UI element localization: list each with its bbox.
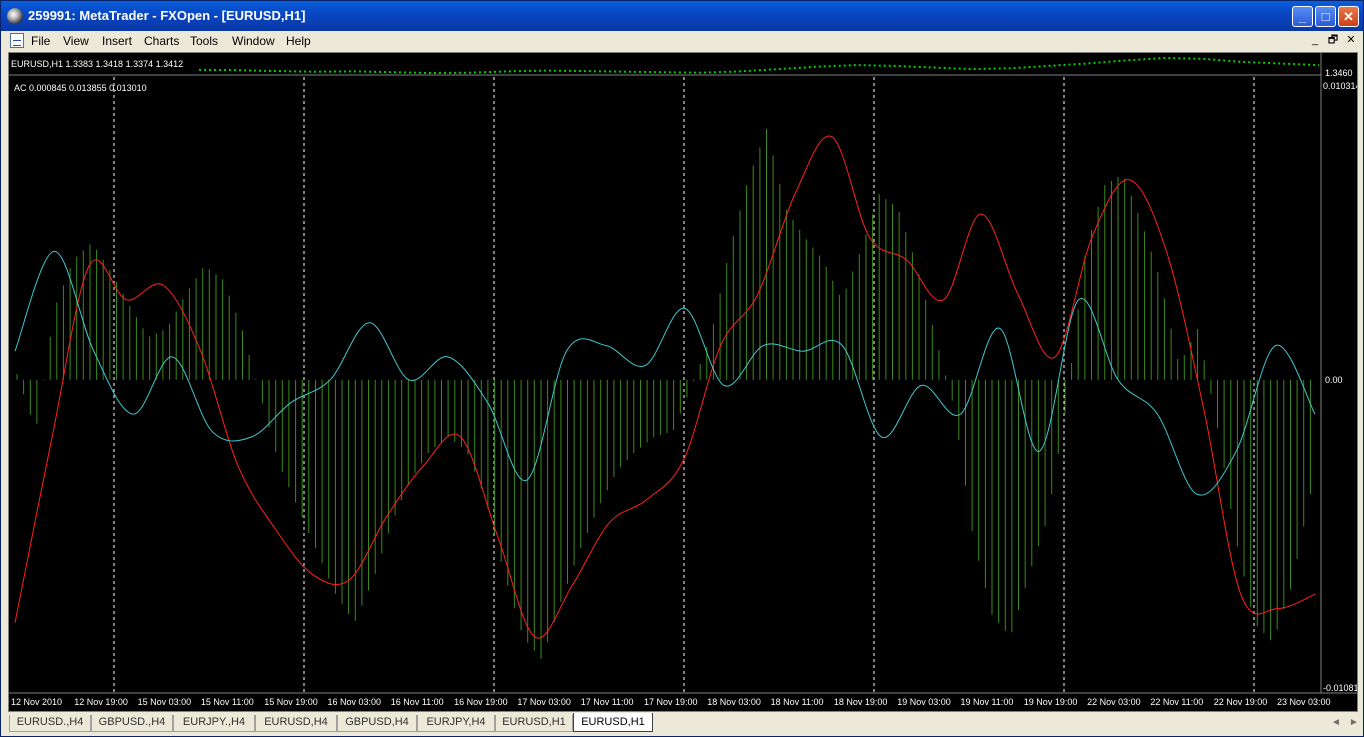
- menu-charts[interactable]: Charts: [144, 34, 179, 48]
- app-icon: [7, 8, 23, 24]
- indicator-axis-top-label: 0.010314: [1323, 81, 1357, 91]
- tab-scroll-right-icon[interactable]: ►: [1349, 717, 1359, 728]
- tab-gbpusd-h4[interactable]: GBPUSD,H4: [337, 715, 417, 732]
- x-tick-label-15: 19 Nov 11:00: [961, 697, 1014, 707]
- x-tick-label-3: 15 Nov 11:00: [201, 697, 254, 707]
- window-title: 259991: MetaTrader - FXOpen - [EURUSD,H1…: [28, 8, 306, 23]
- mdi-restore-button[interactable]: 🗗: [1326, 34, 1340, 47]
- x-tick-label-9: 17 Nov 11:00: [581, 697, 634, 707]
- menu-bar: File View Insert Charts Tools Window Hel…: [1, 31, 1363, 51]
- minimize-button[interactable]: _: [1292, 6, 1313, 27]
- x-tick-label-6: 16 Nov 11:00: [391, 697, 444, 707]
- tab-eurusd-h1[interactable]: EURUSD,H1: [495, 715, 573, 732]
- menu-tools[interactable]: Tools: [190, 34, 218, 48]
- x-tick-label-12: 18 Nov 11:00: [771, 697, 824, 707]
- tab-scroll-left-icon[interactable]: ◄: [1331, 717, 1341, 728]
- mdi-close-button[interactable]: ✕: [1344, 34, 1358, 47]
- price-line: [198, 56, 1320, 75]
- red-signal-line: [14, 135, 1316, 639]
- x-tick-label-2: 15 Nov 03:00: [138, 697, 192, 707]
- x-tick-label-8: 17 Nov 03:00: [517, 697, 571, 707]
- menu-help[interactable]: Help: [286, 34, 311, 48]
- x-tick-label-1: 12 Nov 19:00: [74, 697, 128, 707]
- x-tick-label-18: 22 Nov 11:00: [1150, 697, 1203, 707]
- tab-gbpusd-dot-h4[interactable]: GBPUSD.,H4: [91, 715, 173, 732]
- tab-eurusd-h1-active[interactable]: EURUSD,H1: [573, 713, 653, 732]
- tab-eurjpy-h4[interactable]: EURJPY,H4: [417, 715, 495, 732]
- tab-eurusd-dot-h4[interactable]: EURUSD.,H4: [9, 715, 91, 732]
- indicator-pane-label: AC 0.000845 0.013855 0.013010: [14, 83, 147, 93]
- menu-insert[interactable]: Insert: [102, 34, 132, 48]
- chart-tab-bar: EURUSD.,H4 GBPUSD.,H4 EURJPY.,H4 EURUSD,…: [1, 713, 1363, 736]
- x-tick-label-0: 12 Nov 2010: [11, 697, 62, 707]
- x-tick-label-17: 22 Nov 03:00: [1087, 697, 1141, 707]
- menu-window[interactable]: Window: [232, 34, 275, 48]
- x-tick-label-4: 15 Nov 19:00: [264, 697, 318, 707]
- cyan-signal-line: [14, 250, 1316, 496]
- indicator-axis-bottom-label: -0.010816: [1323, 683, 1357, 693]
- x-tick-label-10: 17 Nov 19:00: [644, 697, 698, 707]
- chart-canvas[interactable]: EURUSD,H1 1.3383 1.3418 1.3374 1.3412 1.…: [9, 53, 1357, 711]
- metatrader-window: 259991: MetaTrader - FXOpen - [EURUSD,H1…: [0, 0, 1364, 737]
- menu-view[interactable]: View: [63, 34, 89, 48]
- chart-window-icon[interactable]: [10, 33, 24, 48]
- x-tick-label-14: 19 Nov 03:00: [897, 697, 951, 707]
- chart-area[interactable]: EURUSD,H1 1.3383 1.3418 1.3374 1.3412 1.…: [8, 52, 1358, 712]
- mdi-minimize-button[interactable]: _: [1308, 34, 1322, 47]
- x-tick-label-11: 18 Nov 03:00: [707, 697, 761, 707]
- price-pane-label: EURUSD,H1 1.3383 1.3418 1.3374 1.3412: [11, 59, 183, 69]
- close-button[interactable]: ✕: [1338, 6, 1359, 27]
- x-tick-label-5: 16 Nov 03:00: [328, 697, 382, 707]
- x-tick-label-19: 22 Nov 19:00: [1214, 697, 1268, 707]
- tab-eurusd-h4[interactable]: EURUSD,H4: [255, 715, 337, 732]
- menu-file[interactable]: File: [31, 34, 50, 48]
- x-tick-label-7: 16 Nov 19:00: [454, 697, 508, 707]
- x-tick-label-13: 18 Nov 19:00: [834, 697, 888, 707]
- x-tick-label-16: 19 Nov 19:00: [1024, 697, 1078, 707]
- maximize-button[interactable]: □: [1315, 6, 1336, 27]
- title-bar[interactable]: 259991: MetaTrader - FXOpen - [EURUSD,H1…: [1, 1, 1363, 31]
- x-tick-label-20: 23 Nov 03:00: [1277, 697, 1331, 707]
- price-axis-label: 1.3460: [1325, 68, 1353, 78]
- indicator-axis-zero-label: 0.00: [1325, 375, 1343, 385]
- tab-eurjpy-dot-h4[interactable]: EURJPY.,H4: [173, 715, 255, 732]
